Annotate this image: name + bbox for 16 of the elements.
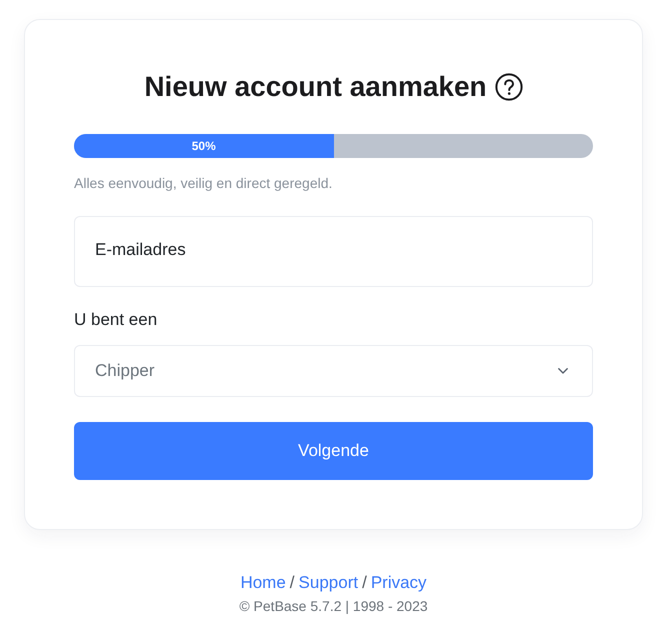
footer-link[interactable]: Support [298,571,358,595]
chevron-down-icon [558,368,568,374]
email-field[interactable]: E-mailadres [74,216,593,287]
footer-link[interactable]: Privacy [370,571,427,595]
next-button[interactable]: Volgende [74,422,593,480]
link-separator: / [362,572,367,594]
field-label: U bent een [74,309,158,331]
progress-reading: 50% [192,139,216,153]
copyright-text: © PetBase 5.7.2 | 1998 - 2023 [239,597,428,616]
footer-link[interactable]: Home [240,571,286,595]
select-value: Chipper [95,361,155,381]
help-icon[interactable] [494,73,523,101]
link-separator: / [290,572,295,594]
page-title: Nieuw account aanmaken [144,70,487,104]
helper-text: Alles eenvoudig, veilig en direct geregeld. [74,174,334,193]
role-select[interactable]: Chipper [74,345,593,397]
